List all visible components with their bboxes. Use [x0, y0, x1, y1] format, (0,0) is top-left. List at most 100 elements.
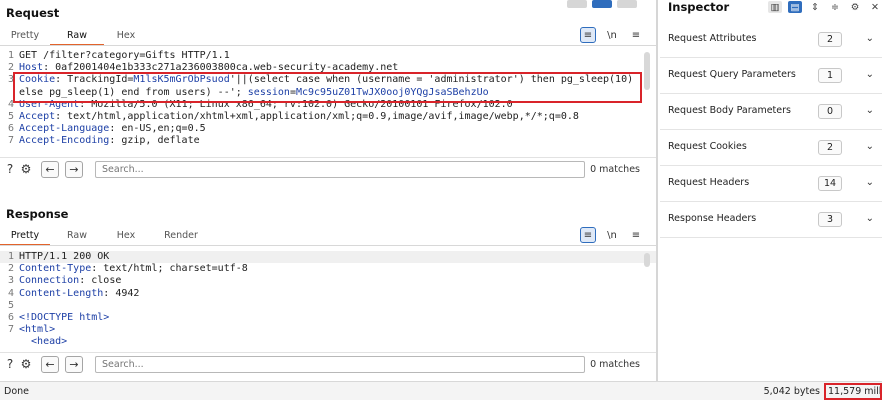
line-number: 4: [7, 98, 14, 110]
request-search-bar: ? ⚙ ← → 0 matches: [0, 157, 656, 179]
line-number: 2: [7, 263, 14, 275]
inspector-section-label: Response Headers: [668, 213, 757, 224]
response-scrollbar[interactable]: [644, 253, 650, 267]
line-text: Accept: text/html,application/xhtml+xml,…: [19, 110, 579, 122]
tab-response-pretty[interactable]: Pretty: [0, 227, 50, 246]
response-time-highlight: 11,579 millis: [824, 383, 882, 400]
previous-match-button[interactable]: ←: [41, 161, 59, 178]
response-tabs: Pretty Raw Hex Render: [0, 227, 214, 246]
inspector-panel: Inspector ▥ ▤ ⇕ ≑ ⚙ ✕ Request Attributes…: [658, 0, 882, 381]
show-newlines-icon[interactable]: \n: [604, 227, 620, 243]
status-text: Done: [4, 386, 29, 397]
chevron-down-icon[interactable]: ⌄: [866, 69, 874, 80]
response-match-count: 0 matches: [590, 359, 640, 370]
request-editor-tools: ≡ \n ≡: [580, 27, 644, 43]
line-number: 2: [7, 62, 14, 74]
filter-icon[interactable]: ≑: [828, 1, 842, 13]
tab-request-hex[interactable]: Hex: [104, 27, 148, 45]
show-newlines-icon[interactable]: \n: [604, 27, 620, 43]
help-icon[interactable]: ?: [2, 161, 18, 177]
request-match-count: 0 matches: [590, 164, 640, 175]
settings-gear-icon[interactable]: ⚙: [18, 356, 34, 372]
chevron-down-icon[interactable]: ⌄: [866, 105, 874, 116]
response-editor[interactable]: 1 HTTP/1.1 200 OK 2 Content-Type: text/html…: [0, 251, 656, 348]
request-tabs: Pretty Raw Hex: [0, 27, 148, 46]
help-icon[interactable]: ?: [2, 356, 18, 372]
request-title: Request: [6, 6, 60, 20]
editor-line: 7 <html>: [0, 324, 656, 336]
editor-line: 5: [0, 300, 656, 312]
layout-tabs-icon[interactable]: [617, 0, 637, 8]
inspector-section[interactable]: Request Headers 14 ⌄: [660, 166, 882, 202]
close-icon[interactable]: ✕: [868, 1, 882, 13]
editor-line: 6 Accept-Language: en-US,en;q=0.5: [0, 123, 656, 135]
editor-line: 1 HTTP/1.1 200 OK: [0, 251, 656, 264]
inspector-layout-list-icon[interactable]: ▥: [768, 1, 782, 13]
response-search-bar: ? ⚙ ← → 0 matches: [0, 352, 656, 374]
request-search-input[interactable]: [95, 161, 585, 178]
editor-line: 4 Content-Length: 4942: [0, 288, 656, 300]
line-number: 3: [7, 74, 14, 86]
previous-match-button[interactable]: ←: [41, 356, 59, 373]
editor-menu-icon[interactable]: ≡: [628, 227, 644, 243]
line-number: 5: [7, 110, 14, 122]
inspector-section-label: Request Cookies: [668, 141, 747, 152]
inspector-section[interactable]: Response Headers 3 ⌄: [660, 202, 882, 238]
layout-side-by-side-icon[interactable]: [567, 0, 587, 8]
response-tab-divider: [0, 245, 656, 246]
response-size: 5,042 bytes: [763, 386, 820, 397]
inspector-section[interactable]: Request Body Parameters 0 ⌄: [660, 94, 882, 130]
next-match-button[interactable]: →: [65, 356, 83, 373]
inspector-layout-panel-icon[interactable]: ▤: [788, 1, 802, 13]
collapse-all-icon[interactable]: ⇕: [808, 1, 822, 13]
editor-menu-icon[interactable]: ≡: [628, 27, 644, 43]
line-number: 1: [7, 50, 14, 61]
editor-line: 3 Connection: close: [0, 275, 656, 287]
editor-line: <head>: [0, 336, 656, 348]
response-title: Response: [6, 207, 69, 221]
next-match-button[interactable]: →: [65, 161, 83, 178]
tab-response-raw[interactable]: Raw: [50, 227, 104, 245]
editor-line: 2 Content-Type: text/html; charset=utf-8: [0, 263, 656, 275]
request-scrollbar[interactable]: [644, 52, 650, 90]
inspector-section-label: Request Body Parameters: [668, 105, 791, 116]
editor-line: 5 Accept: text/html,application/xhtml+xml…: [0, 111, 656, 123]
injection-highlight-box: [13, 72, 642, 103]
line-number: 7: [7, 324, 14, 336]
inspector-count-badge: 2: [818, 140, 842, 155]
line-text: <head>: [19, 336, 68, 348]
tab-request-pretty[interactable]: Pretty: [0, 27, 50, 45]
layout-toggle-group: [567, 0, 637, 8]
pretty-print-icon[interactable]: ≡: [580, 27, 596, 43]
tab-response-hex[interactable]: Hex: [104, 227, 148, 245]
line-number: 5: [7, 299, 14, 311]
line-text: Connection: close: [19, 275, 122, 287]
inspector-section[interactable]: Request Cookies 2 ⌄: [660, 130, 882, 166]
settings-gear-icon[interactable]: ⚙: [18, 161, 34, 177]
editor-line: 1 GET /filter?category=Gifts HTTP/1.1: [0, 50, 656, 62]
response-editor-tools: ≡ \n ≡: [580, 227, 644, 243]
chevron-down-icon[interactable]: ⌄: [866, 213, 874, 224]
response-search-input[interactable]: [95, 356, 585, 373]
inspector-section[interactable]: Request Attributes 2 ⌄: [660, 22, 882, 58]
inspector-count-badge: 0: [818, 104, 842, 119]
pretty-print-icon[interactable]: ≡: [580, 227, 596, 243]
tab-request-raw[interactable]: Raw: [50, 27, 104, 46]
inspector-title: Inspector: [668, 0, 730, 14]
line-text: HTTP/1.1 200 OK: [19, 251, 110, 262]
inspector-count-badge: 14: [818, 176, 842, 191]
line-text: <html>: [19, 324, 56, 336]
editor-line: 6 <!DOCTYPE html>: [0, 312, 656, 324]
tab-response-render[interactable]: Render: [148, 227, 214, 245]
inspector-section-label: Request Query Parameters: [668, 69, 796, 80]
inspector-section[interactable]: Request Query Parameters 1 ⌄: [660, 58, 882, 94]
chevron-down-icon[interactable]: ⌄: [866, 141, 874, 152]
line-number: 6: [7, 311, 14, 323]
inspector-settings-gear-icon[interactable]: ⚙: [848, 1, 862, 13]
chevron-down-icon[interactable]: ⌄: [866, 33, 874, 44]
inspector-tools: ▥ ▤ ⇕ ≑ ⚙ ✕: [768, 0, 882, 14]
chevron-down-icon[interactable]: ⌄: [866, 177, 874, 188]
inspector-section-label: Request Headers: [668, 177, 750, 188]
layout-stacked-icon[interactable]: [592, 0, 612, 8]
line-text: <!DOCTYPE html>: [19, 311, 110, 323]
